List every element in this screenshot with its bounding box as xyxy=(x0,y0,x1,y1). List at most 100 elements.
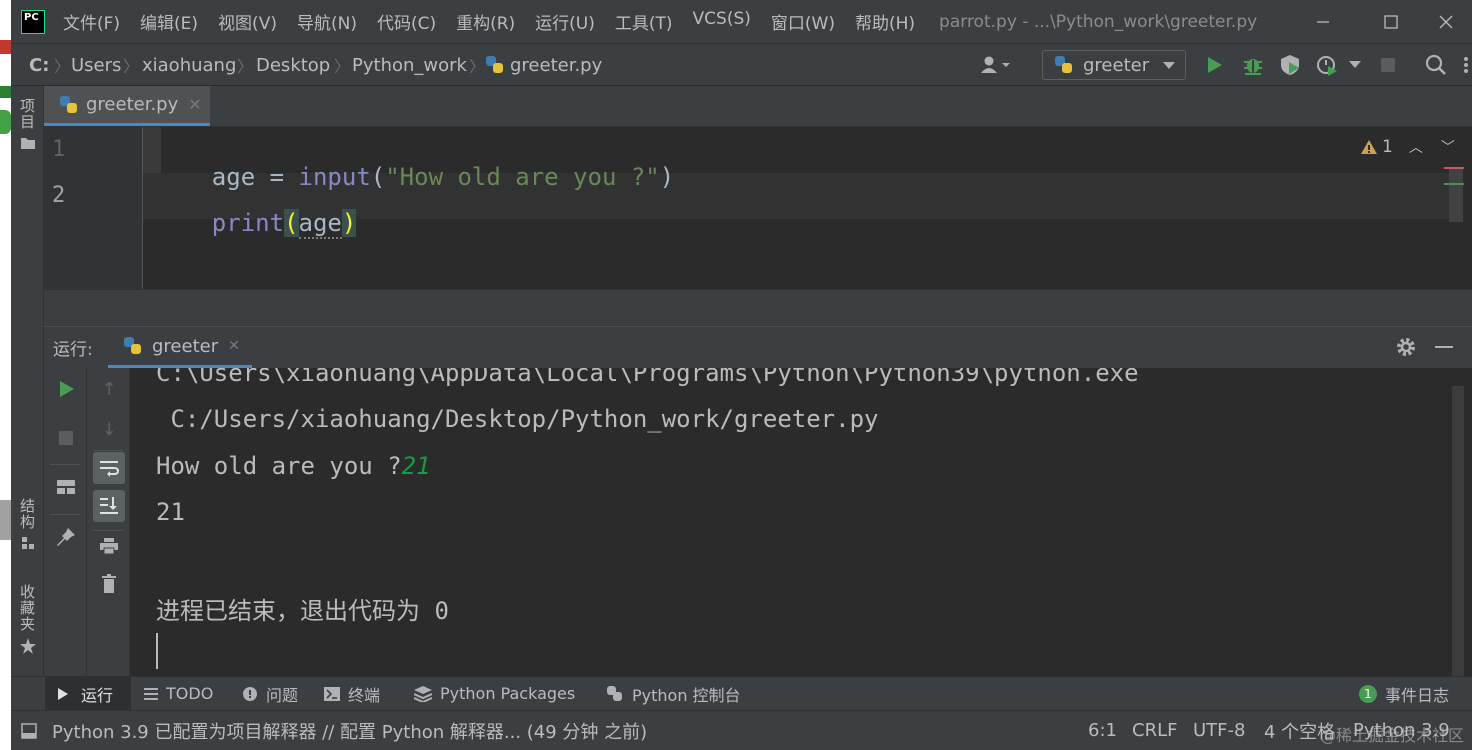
string-literal: "How old are you ?" xyxy=(385,163,660,191)
breadcrumb-drive[interactable]: C: xyxy=(29,44,49,86)
python-icon xyxy=(124,337,142,355)
title-bar: PC 文件(F) 编辑(E) 视图(V) 导航(N) 代码(C) 重构(R) 运… xyxy=(11,0,1472,43)
builtin-print: print xyxy=(211,209,285,237)
toggle-tool-windows-icon[interactable] xyxy=(21,711,37,750)
menu-tools[interactable]: 工具(T) xyxy=(605,9,683,34)
close-tab-icon[interactable]: ✕ xyxy=(228,338,240,354)
run-tool-tab[interactable]: 运行 xyxy=(57,677,113,710)
more-run-options-button[interactable] xyxy=(1345,52,1365,78)
close-window-button[interactable] xyxy=(1416,0,1472,43)
console-exit-message: 进程已结束，退出代码为 0 xyxy=(156,597,449,625)
structure-icon xyxy=(21,537,34,549)
event-log-tool-tab[interactable]: 1 事件日志 xyxy=(1359,677,1449,710)
terminal-icon xyxy=(324,686,340,701)
run-configuration-selector[interactable]: greeter xyxy=(1042,50,1186,80)
previous-highlight-icon[interactable]: ︿ xyxy=(1409,137,1423,157)
line-separator[interactable]: CRLF xyxy=(1132,711,1177,750)
close-tab-icon[interactable]: ✕ xyxy=(188,95,201,114)
line-number-gutter: 1 2 xyxy=(44,127,143,289)
matched-paren: ) xyxy=(341,209,357,237)
identifier-age: age xyxy=(298,209,342,239)
hide-panel-icon[interactable] xyxy=(1435,346,1453,348)
bookmarks-tool-window-button[interactable]: 收藏夹 xyxy=(11,584,44,654)
python-console-tool-tab-label: Python 控制台 xyxy=(632,685,741,705)
structure-tool-window-button[interactable]: 结构 xyxy=(11,498,44,550)
settings-gear-icon[interactable] xyxy=(1395,336,1417,362)
menu-view[interactable]: 视图(V) xyxy=(208,9,287,34)
terminal-tool-tab[interactable]: 终端 xyxy=(324,677,380,710)
search-everywhere-button[interactable] xyxy=(1423,52,1449,78)
editor-splitter[interactable] xyxy=(44,289,1472,326)
python-console-tool-tab[interactable]: Python 控制台 xyxy=(607,677,741,710)
chevron-right-icon: 〉 xyxy=(237,57,254,76)
menu-file[interactable]: 文件(F) xyxy=(53,9,130,34)
editor-scrollbar[interactable] xyxy=(1449,167,1463,222)
bottom-tool-window-bar: 运行 TODO 问题 终端 Python Packages Python 控制台… xyxy=(11,676,1472,710)
menu-window[interactable]: 窗口(W) xyxy=(761,9,845,34)
menu-bar: 文件(F) 编辑(E) 视图(V) 导航(N) 代码(C) 重构(R) 运行(U… xyxy=(53,9,925,34)
next-highlight-icon[interactable]: ﹀ xyxy=(1441,137,1455,157)
stop-button[interactable] xyxy=(50,422,82,454)
console-user-input: 21 xyxy=(401,452,431,480)
run-console-output[interactable]: C:\Users\xiaohuang\AppData\Local\Program… xyxy=(130,368,1472,676)
minimize-button[interactable] xyxy=(1293,0,1353,43)
file-encoding[interactable]: UTF-8 xyxy=(1193,711,1245,750)
run-tab-greeter[interactable]: greeter ✕ xyxy=(108,327,252,368)
editor-tab-greeter[interactable]: greeter.py ✕ xyxy=(44,86,210,126)
python-packages-tool-tab[interactable]: Python Packages xyxy=(414,677,575,710)
breadcrumb-file[interactable]: greeter.py xyxy=(486,44,602,86)
watermark: @稀土掘金技术社区 xyxy=(1319,726,1464,745)
console-scrollbar[interactable] xyxy=(1452,386,1464,676)
run-button[interactable] xyxy=(1201,52,1227,78)
menu-code[interactable]: 代码(C) xyxy=(367,9,446,34)
debug-button[interactable] xyxy=(1240,52,1266,78)
menu-run[interactable]: 运行(U) xyxy=(525,9,605,34)
run-toolbar-secondary: ↑ ↓ xyxy=(87,368,130,676)
soft-wrap-button[interactable] xyxy=(93,452,125,484)
play-icon xyxy=(60,381,74,397)
menu-refactor[interactable]: 重构(R) xyxy=(446,9,525,34)
run-with-coverage-button[interactable] xyxy=(1277,52,1303,78)
info-icon xyxy=(243,686,257,701)
stop-icon xyxy=(1381,58,1395,72)
scroll-to-end-button[interactable] xyxy=(93,490,125,522)
breadcrumb-desktop[interactable]: Desktop xyxy=(256,44,330,86)
menu-edit[interactable]: 编辑(E) xyxy=(130,9,208,34)
breadcrumb-users[interactable]: Users xyxy=(71,44,121,86)
status-message[interactable]: Python 3.9 已配置为项目解释器 // 配置 Python 解释器...… xyxy=(52,711,647,750)
menu-vcs[interactable]: VCS(S) xyxy=(683,9,761,34)
print-button[interactable] xyxy=(93,530,125,562)
profiler-icon xyxy=(1317,56,1337,76)
todo-tool-tab[interactable]: TODO xyxy=(144,677,213,710)
rerun-button[interactable] xyxy=(50,373,82,405)
python-file-icon xyxy=(60,95,78,114)
breadcrumb-python-work[interactable]: Python_work xyxy=(352,44,467,86)
more-vertical-icon[interactable] xyxy=(1461,52,1471,78)
pin-tab-button[interactable] xyxy=(50,521,82,553)
restore-layout-button[interactable] xyxy=(50,471,82,503)
trash-icon xyxy=(102,574,116,593)
down-arrow-icon[interactable]: ↓ xyxy=(93,413,125,445)
pycharm-logo-icon[interactable]: PC xyxy=(21,9,45,34)
inspection-widget[interactable]: 1 ︿ ﹀ xyxy=(1360,137,1455,157)
menu-navigate[interactable]: 导航(N) xyxy=(287,9,367,34)
maximize-button[interactable] xyxy=(1361,0,1421,43)
chevron-right-icon: 〉 xyxy=(123,57,140,76)
console-prompt-line: How old are you ?21 xyxy=(156,452,431,480)
code-editor[interactable]: 1 2 age = input("How old are you ?") pri… xyxy=(44,127,1472,289)
user-account-icon[interactable] xyxy=(975,52,1015,78)
warning-icon xyxy=(1361,140,1377,154)
project-tool-window-button[interactable]: 项目 xyxy=(11,98,44,150)
clear-all-button[interactable] xyxy=(93,568,125,600)
profile-button[interactable] xyxy=(1314,52,1340,78)
layers-icon xyxy=(414,685,432,702)
problems-tool-tab[interactable]: 问题 xyxy=(242,677,298,710)
breadcrumb-xiaohuang[interactable]: xiaohuang xyxy=(142,44,236,86)
console-output-line: 21 xyxy=(156,498,185,526)
window-title: parrot.py - ...\Python_work\greeter.py xyxy=(939,11,1258,32)
status-bar: Python 3.9 已配置为项目解释器 // 配置 Python 解释器...… xyxy=(11,710,1472,750)
caret-position[interactable]: 6:1 xyxy=(1088,711,1117,750)
menu-help[interactable]: 帮助(H) xyxy=(845,9,925,34)
stop-button[interactable] xyxy=(1375,52,1401,78)
up-arrow-icon[interactable]: ↑ xyxy=(93,373,125,405)
